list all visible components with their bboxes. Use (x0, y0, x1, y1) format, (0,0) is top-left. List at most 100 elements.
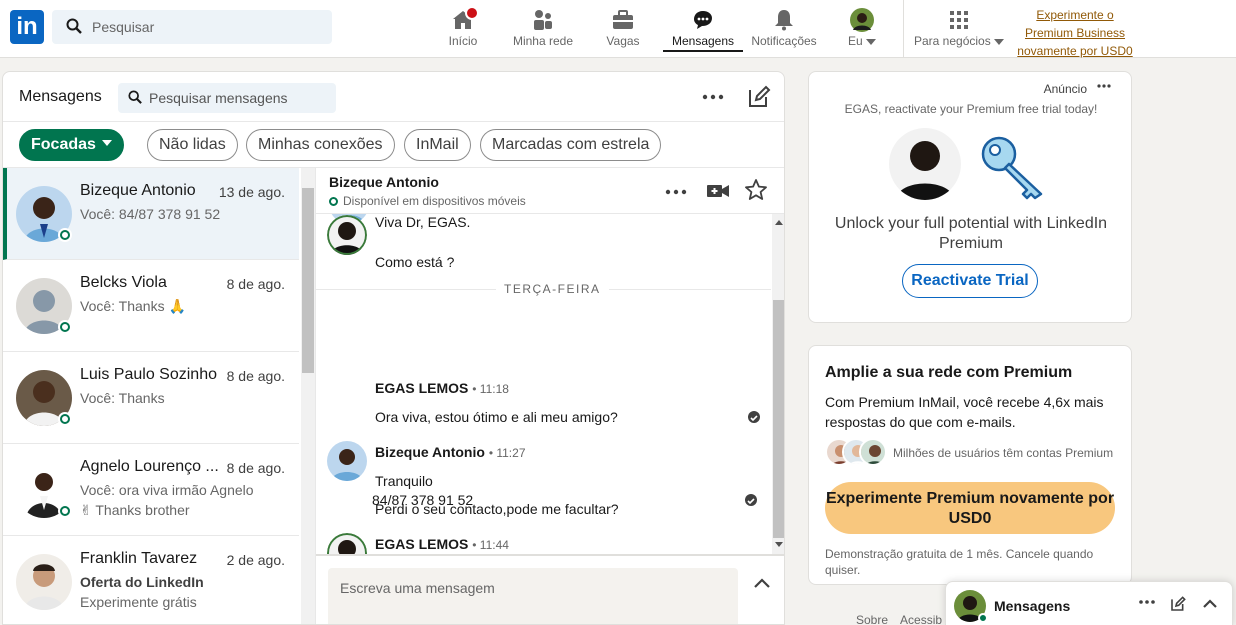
scrollbar-thumb[interactable] (302, 188, 314, 373)
message-sender[interactable]: EGAS LEMOS • 11:44 (375, 536, 509, 552)
filter-connections[interactable]: Minhas conexões (246, 129, 395, 161)
compose-icon[interactable] (747, 85, 771, 109)
nav-business-label: Para negócios (914, 34, 1005, 48)
dock-title: Mensagens (994, 598, 1071, 614)
message-input[interactable]: Escreva uma mensagem (328, 568, 738, 624)
conversation-item[interactable]: Franklin Tavarez 2 de ago. Oferta do Lin… (3, 536, 299, 624)
nav-notifications[interactable]: Notificações (750, 0, 818, 52)
conversation-item[interactable]: Bizeque Antonio 13 de ago. Você: 84/87 3… (3, 168, 299, 260)
ad-text: Unlock your full potential with LinkedIn… (834, 215, 1108, 252)
conversation-date: 2 de ago. (226, 552, 285, 568)
nav-jobs[interactable]: Vagas (603, 0, 643, 52)
footer-link-accessibility[interactable]: Acessib (900, 613, 942, 625)
nav-business[interactable]: Para negócios (914, 0, 1005, 52)
nav-network[interactable]: Minha rede (510, 0, 576, 52)
premium-business-link[interactable]: Experimente o Premium Business novamente… (1015, 6, 1135, 60)
message-sender[interactable]: Bizeque Antonio • 11:27 (375, 444, 526, 460)
chevron-down-icon (994, 38, 1005, 45)
avatar (327, 441, 367, 481)
read-check-icon (745, 494, 757, 506)
message-time: • 11:44 (472, 538, 509, 552)
nav-messaging-label: Mensagens (671, 34, 735, 48)
reactivate-trial-button[interactable]: Reactivate Trial (902, 264, 1038, 298)
search-icon (128, 90, 142, 104)
filter-focused[interactable]: Focadas (19, 129, 124, 161)
messaging-search[interactable] (118, 83, 336, 113)
star-icon[interactable] (744, 178, 768, 202)
nav-me-label: Eu (844, 34, 880, 48)
messaging-dock[interactable]: Mensagens (945, 581, 1233, 625)
network-icon (534, 10, 552, 30)
briefcase-icon (613, 10, 633, 29)
messaging-search-input[interactable] (149, 83, 329, 113)
filter-unread[interactable]: Não lidas (147, 129, 238, 161)
more-options-icon[interactable] (1139, 598, 1155, 606)
conversation-name: Belcks Viola (80, 274, 167, 291)
nav-jobs-label: Vagas (606, 34, 640, 48)
nav-me[interactable]: Eu (844, 0, 880, 52)
conversation-item[interactable]: Luis Paulo Sozinho 8 de ago. Você: Thank… (3, 352, 299, 444)
online-indicator (978, 613, 988, 623)
message-text: Viva Dr, EGAS. (375, 214, 471, 230)
compose-area: Escreva uma mensagem (316, 554, 784, 624)
conversation-item[interactable]: Agnelo Lourenço ... 8 de ago. Você: ora … (3, 444, 299, 536)
avatar (327, 533, 367, 554)
filter-starred[interactable]: Marcadas com estrela (480, 129, 662, 161)
scroll-down-arrow[interactable] (775, 542, 783, 547)
status-dot (329, 197, 338, 206)
premium-card: Amplie a sua rede com Premium Com Premiu… (808, 345, 1132, 585)
scrollbar-thumb[interactable] (773, 300, 784, 538)
avatar (889, 128, 961, 200)
message-text: Como está ? (375, 254, 455, 270)
more-options-icon[interactable] (1097, 82, 1111, 90)
me-avatar (850, 8, 874, 32)
online-indicator (58, 320, 72, 334)
messaging-icon (694, 11, 712, 29)
messaging-title: Mensagens (19, 88, 102, 105)
conversation-scrollbar[interactable] (301, 168, 315, 624)
thread-scrollbar[interactable] (772, 214, 784, 554)
compose-icon[interactable] (1170, 596, 1186, 612)
nav-home[interactable]: Início (443, 0, 483, 52)
read-check-icon (748, 411, 760, 423)
chevron-up-icon[interactable] (752, 576, 772, 590)
premium-user-faces (825, 438, 889, 468)
conversation-name: Franklin Tavarez (80, 550, 198, 567)
message-filters: Focadas Não lidas Minhas conexões InMail… (3, 122, 784, 168)
global-search[interactable] (52, 10, 332, 44)
chevron-up-icon[interactable] (1202, 598, 1218, 610)
conversation-snippet-line2: Experimente grátis (80, 594, 197, 610)
footer-link-about[interactable]: Sobre (856, 613, 888, 625)
nav-messaging[interactable]: Mensagens (663, 0, 743, 52)
premium-footnote: Demonstração gratuita de 1 mês. Cancele … (825, 547, 1094, 577)
more-options-icon[interactable] (664, 182, 688, 202)
message-text: 84/87 378 91 52 (372, 492, 474, 508)
conversation-name: Bizeque Antonio (80, 182, 196, 199)
conversation-snippet: Você: Thanks (80, 390, 165, 406)
conversation-snippet: Você: Thanks 🙏 (80, 298, 186, 314)
search-icon (66, 18, 82, 34)
grid-icon (950, 11, 968, 29)
global-search-input[interactable] (92, 10, 322, 44)
nav-divider (903, 0, 904, 58)
try-premium-button[interactable]: Experimente Premium novamente por USD0 (825, 482, 1115, 534)
message-time: • 11:27 (488, 446, 526, 460)
message-sender[interactable]: EGAS LEMOS • 11:18 (375, 380, 509, 396)
conversation-item[interactable]: Belcks Viola 8 de ago. Você: Thanks 🙏 (3, 260, 299, 352)
avatar (859, 438, 887, 466)
scroll-up-arrow[interactable] (775, 220, 783, 225)
filter-inmail[interactable]: InMail (404, 129, 471, 161)
conversation-snippet: Você: ora viva irmão Agnelo (80, 482, 254, 498)
nav-home-label: Início (448, 34, 478, 48)
messaging-panel: Mensagens Focadas Não lidas Minhas conex… (2, 71, 785, 625)
ad-card: Anúncio EGAS, reactivate your Premium fr… (808, 71, 1132, 323)
premium-title: Amplie a sua rede com Premium (825, 364, 1073, 381)
video-call-icon[interactable] (706, 180, 730, 202)
conversation-date: 8 de ago. (226, 368, 285, 384)
message-text: Ora viva, estou ótimo e ali meu amigo? (375, 409, 618, 425)
more-options-icon[interactable] (701, 87, 725, 107)
linkedin-logo[interactable]: in (10, 10, 44, 44)
chevron-down-icon (101, 139, 112, 146)
thread-status: Disponível em dispositivos móveis (329, 194, 526, 208)
thread-contact-name[interactable]: Bizeque Antonio (329, 174, 439, 190)
